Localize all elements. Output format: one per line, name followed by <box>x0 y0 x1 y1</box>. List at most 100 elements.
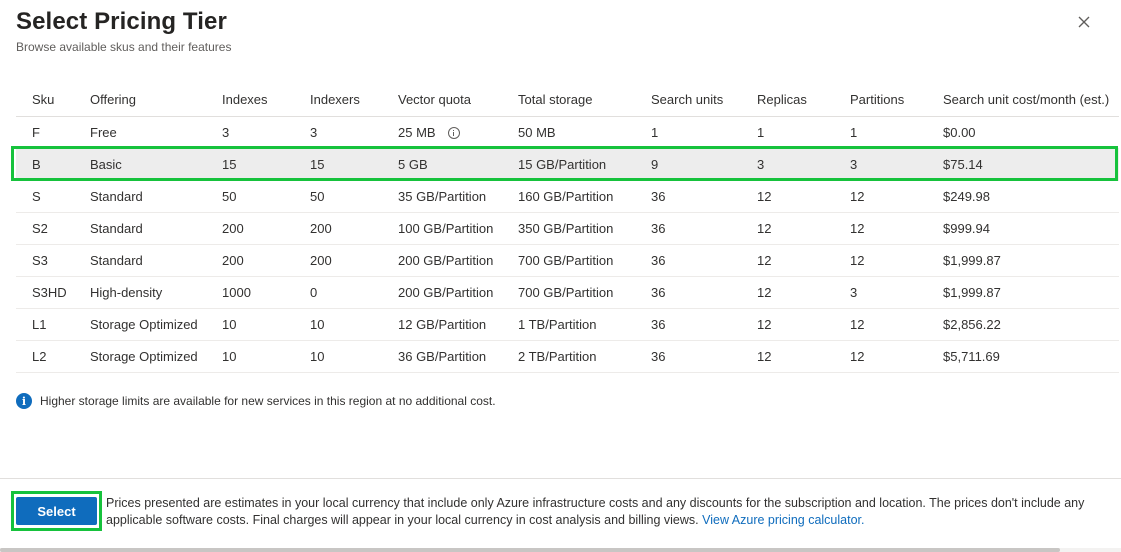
dialog-header: Select Pricing Tier Browse available sku… <box>16 8 231 55</box>
table-row-l1[interactable]: L1 Storage Optimized 10 10 12 GB/Partiti… <box>16 309 1119 341</box>
cell-search-units: 36 <box>651 221 666 236</box>
cell-offering: Standard <box>90 253 143 268</box>
cell-indexers: 50 <box>310 189 325 204</box>
column-header-sku: Sku <box>32 91 55 107</box>
cell-cost: $249.98 <box>943 189 990 204</box>
column-header-search-units: Search units <box>651 91 724 107</box>
cell-replicas: 12 <box>757 221 772 236</box>
cell-indexes: 10 <box>222 349 237 364</box>
cell-cost: $5,711.69 <box>943 349 1000 364</box>
horizontal-scrollbar-thumb[interactable] <box>0 548 1060 552</box>
cell-partitions: 12 <box>850 253 865 268</box>
cell-replicas: 12 <box>757 349 772 364</box>
cell-offering: Standard <box>90 189 143 204</box>
cell-offering: Free <box>90 125 117 140</box>
cell-cost: $75.14 <box>943 157 983 172</box>
pricing-calculator-link[interactable]: View Azure pricing calculator. <box>702 513 864 527</box>
cell-partitions: 12 <box>850 349 865 364</box>
cell-total-storage: 15 GB/Partition <box>518 157 607 172</box>
cell-cost: $2,856.22 <box>943 317 1001 332</box>
cell-vector-quota: 25 MB <box>398 125 518 140</box>
cell-partitions: 1 <box>850 125 858 140</box>
cell-offering: High-density <box>90 285 163 300</box>
cell-partitions: 12 <box>850 317 865 332</box>
column-header-replicas: Replicas <box>757 91 807 107</box>
storage-notice-text: Higher storage limits are available for … <box>40 394 496 408</box>
cell-cost: $1,999.87 <box>943 285 1001 300</box>
cell-total-storage: 350 GB/Partition <box>518 221 614 236</box>
cell-replicas: 1 <box>757 125 765 140</box>
cell-offering: Storage Optimized <box>90 317 198 332</box>
column-header-vector-quota: Vector quota <box>398 91 471 107</box>
table-row-s3hd[interactable]: S3HD High-density 1000 0 200 GB/Partitio… <box>16 277 1119 309</box>
cell-indexers: 3 <box>310 125 318 140</box>
cell-vector-quota: 12 GB/Partition <box>398 317 487 332</box>
cell-vector-quota: 36 GB/Partition <box>398 349 487 364</box>
cell-replicas: 12 <box>757 189 772 204</box>
cell-partitions: 12 <box>850 189 865 204</box>
table-row-b[interactable]: B Basic 15 15 5 GB 15 GB/Partition 9 3 3… <box>16 149 1119 181</box>
cell-search-units: 36 <box>651 285 666 300</box>
cell-partitions: 3 <box>850 157 858 172</box>
cell-sku: F <box>32 125 40 140</box>
cell-indexers: 10 <box>310 317 325 332</box>
info-icon: i <box>16 393 32 409</box>
cell-total-storage: 160 GB/Partition <box>518 189 614 204</box>
cell-vector-quota: 200 GB/Partition <box>398 253 494 268</box>
footer-divider <box>0 478 1121 479</box>
table-row-s[interactable]: S Standard 50 50 35 GB/Partition 160 GB/… <box>16 181 1119 213</box>
cell-sku: S3HD <box>32 285 67 300</box>
vector-quota-info-icon[interactable] <box>447 126 460 139</box>
select-button[interactable]: Select <box>16 497 97 525</box>
column-header-partitions: Partitions <box>850 91 905 107</box>
cell-total-storage: 1 TB/Partition <box>518 317 597 332</box>
cell-vector-quota: 100 GB/Partition <box>398 221 494 236</box>
table-header-row: Sku Offering Indexes Indexers Vector quo… <box>16 82 1119 117</box>
cell-replicas: 12 <box>757 317 772 332</box>
cell-indexes: 10 <box>222 317 237 332</box>
cell-indexes: 3 <box>222 125 230 140</box>
footer-disclaimer-text: Prices presented are estimates in your l… <box>106 496 1085 527</box>
footer-disclaimer: Prices presented are estimates in your l… <box>106 495 1111 529</box>
cell-indexers: 200 <box>310 253 332 268</box>
cell-replicas: 12 <box>757 253 772 268</box>
cell-total-storage: 700 GB/Partition <box>518 285 614 300</box>
dialog-title: Select Pricing Tier <box>16 8 227 35</box>
cell-offering: Standard <box>90 221 143 236</box>
cell-sku: L1 <box>32 317 47 332</box>
cell-cost: $0.00 <box>943 125 976 140</box>
cell-indexers: 15 <box>310 157 325 172</box>
close-icon[interactable] <box>1074 12 1094 32</box>
cell-indexers: 0 <box>310 285 318 300</box>
cell-indexers: 200 <box>310 221 332 236</box>
cell-cost: $1,999.87 <box>943 253 1001 268</box>
column-header-total-storage: Total storage <box>518 91 593 107</box>
table-row-s3[interactable]: S3 Standard 200 200 200 GB/Partition 700… <box>16 245 1119 277</box>
cell-total-storage: 700 GB/Partition <box>518 253 614 268</box>
pricing-table: Sku Offering Indexes Indexers Vector quo… <box>16 82 1119 373</box>
cell-search-units: 36 <box>651 189 666 204</box>
cell-replicas: 3 <box>757 157 765 172</box>
dialog-subtitle: Browse available skus and their features <box>16 40 232 54</box>
cell-total-storage: 50 MB <box>518 125 556 140</box>
table-row-s2[interactable]: S2 Standard 200 200 100 GB/Partition 350… <box>16 213 1119 245</box>
cell-indexes: 200 <box>222 253 244 268</box>
column-header-indexers: Indexers <box>310 91 360 107</box>
cell-indexes: 50 <box>222 189 237 204</box>
column-header-indexes: Indexes <box>222 91 268 107</box>
cell-search-units: 36 <box>651 317 666 332</box>
cell-sku: S <box>32 189 41 204</box>
cell-vector-quota-value: 25 MB <box>398 125 436 140</box>
cell-search-units: 9 <box>651 157 659 172</box>
cell-search-units: 36 <box>651 349 666 364</box>
column-header-offering: Offering <box>90 91 137 107</box>
cell-partitions: 12 <box>850 221 865 236</box>
cell-sku: B <box>32 157 41 172</box>
cell-search-units: 1 <box>651 125 659 140</box>
cell-cost: $999.94 <box>943 221 990 236</box>
column-header-cost: Search unit cost/month (est.) <box>943 91 1110 107</box>
cell-vector-quota: 200 GB/Partition <box>398 285 494 300</box>
table-row-f[interactable]: F Free 3 3 25 MB 50 MB 1 1 1 $0.00 <box>16 117 1119 149</box>
cell-indexers: 10 <box>310 349 325 364</box>
table-row-l2[interactable]: L2 Storage Optimized 10 10 36 GB/Partiti… <box>16 341 1119 373</box>
